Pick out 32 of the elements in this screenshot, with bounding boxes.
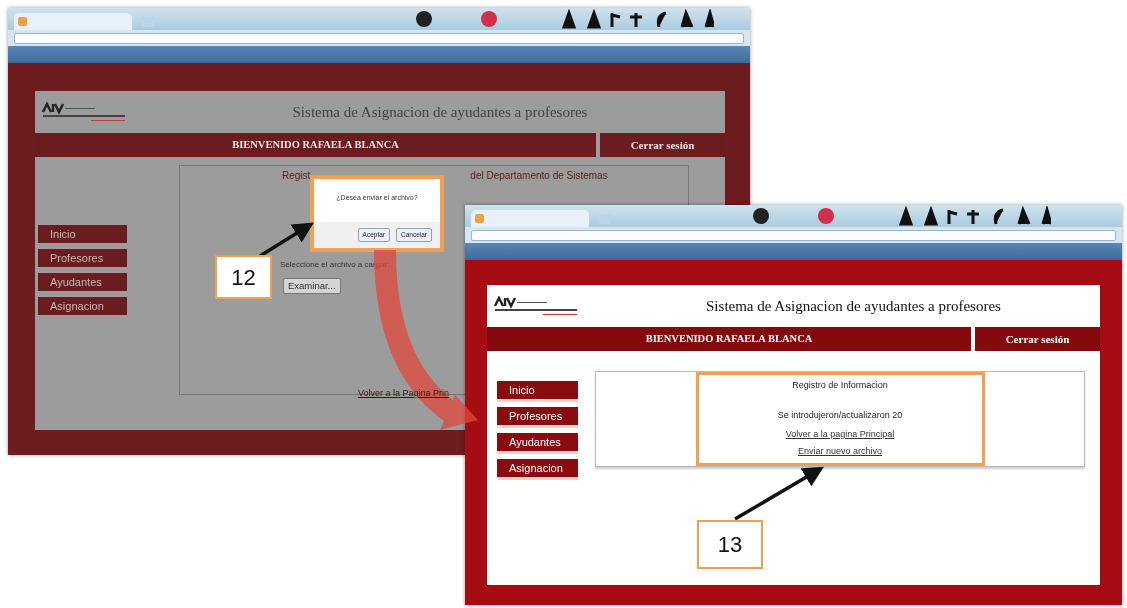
browse-button[interactable]: Examinar...: [283, 277, 341, 294]
back-link[interactable]: Volver a la Pagina Prin: [358, 388, 450, 398]
new-tab-button[interactable]: [599, 214, 611, 224]
menu-button[interactable]: Inicio: [497, 381, 578, 402]
step-callout: 13: [697, 520, 763, 569]
welcome-bar: BIENVENIDO RAFAELA BLANCA: [487, 327, 971, 351]
welcome-bar: BIENVENIDO RAFAELA BLANCA: [35, 133, 596, 157]
menu-button[interactable]: Ayudantes: [38, 273, 127, 291]
favicon-icon: [18, 17, 27, 26]
address-bar[interactable]: [14, 32, 744, 44]
menu-button[interactable]: Ayudantes: [497, 433, 578, 454]
browser-tab[interactable]: [471, 210, 589, 227]
menu-button[interactable]: Asignacion: [38, 297, 127, 315]
menu-button[interactable]: Asignacion: [497, 459, 578, 480]
result-message: Se introdujeron/actualizaron 20: [777, 408, 903, 422]
address-bar[interactable]: [471, 229, 1116, 241]
pointer-arrow: [259, 222, 314, 258]
logout-button[interactable]: Cerrar sesión: [600, 133, 725, 157]
site-title: Sistema de Asignacion de ayudantes a profesores: [705, 296, 1002, 316]
favicon-icon: [475, 214, 484, 223]
section-heading: Regist: [282, 169, 311, 183]
page-link[interactable]: Volver a la pagina Principal: [785, 428, 895, 442]
menu-button[interactable]: Profesores: [497, 407, 578, 428]
section-heading: del Departamento de Sistemas: [470, 169, 608, 183]
page-link[interactable]: Enviar nuevo archivo: [797, 444, 882, 458]
step-callout: 12: [215, 255, 272, 299]
menu-button[interactable]: Inicio: [38, 225, 127, 243]
browser-tab[interactable]: [14, 13, 132, 30]
site-title: Sistema de Asignacion de ayudantes a profesores: [291, 102, 589, 122]
logout-button[interactable]: Cerrar sesión: [975, 327, 1100, 351]
section-heading: Registro de Informacion: [792, 379, 888, 392]
menu-button[interactable]: Profesores: [38, 249, 127, 267]
